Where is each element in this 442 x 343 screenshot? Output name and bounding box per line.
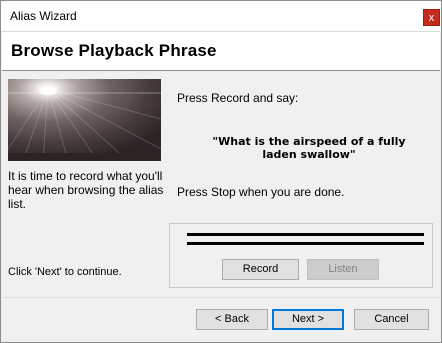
- wizard-banner-image: [8, 79, 161, 161]
- record-button[interactable]: Record: [222, 259, 299, 280]
- listen-button[interactable]: Listen: [307, 259, 379, 280]
- page-title: Browse Playback Phrase: [11, 41, 217, 60]
- alias-wizard-window: Alias Wizard x Browse Playback Phrase It…: [0, 0, 442, 343]
- stop-instruction: Press Stop when you are done.: [177, 185, 345, 199]
- window-title: Alias Wizard: [10, 9, 77, 23]
- audio-level-meter-top: [187, 233, 424, 236]
- wizard-header: Browse Playback Phrase: [2, 31, 440, 71]
- continue-hint: Click 'Next' to continue.: [8, 266, 122, 278]
- audio-level-meter-bottom: [187, 242, 424, 245]
- close-button[interactable]: x: [423, 9, 440, 26]
- cancel-button[interactable]: Cancel: [354, 309, 429, 330]
- next-button[interactable]: Next >: [272, 309, 344, 330]
- title-bar[interactable]: Alias Wizard x: [1, 1, 441, 31]
- light-rays-image: [8, 79, 161, 161]
- playback-phrase: "What is the airspeed of a fully laden s…: [212, 135, 406, 161]
- close-icon: x: [428, 12, 435, 24]
- footer-separator: [2, 297, 440, 298]
- record-instruction: Press Record and say:: [177, 91, 299, 105]
- wizard-description: It is time to record what you'll hear wh…: [8, 169, 164, 211]
- back-button[interactable]: < Back: [196, 309, 268, 330]
- recorder-panel: Record Listen: [169, 223, 433, 288]
